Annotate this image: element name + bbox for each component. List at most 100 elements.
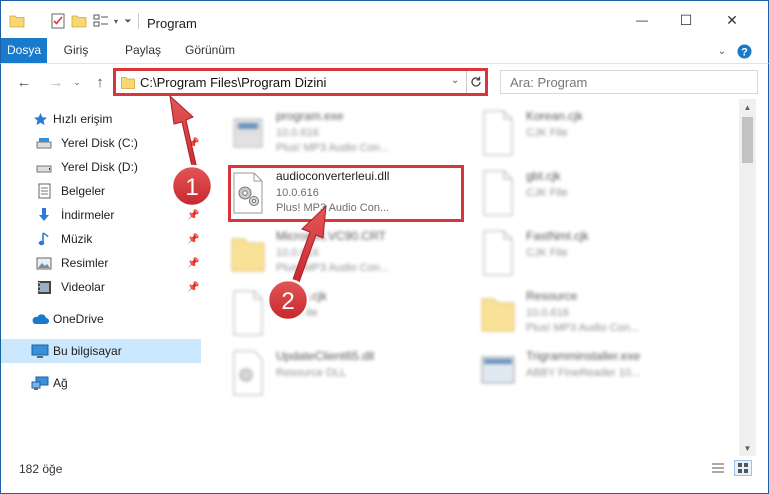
dll-icon (233, 350, 263, 396)
ribbon: Dosya Giriş Paylaş Görünüm ⌄ ? (0, 38, 769, 64)
file-name: UpdateClient65.dll (276, 349, 375, 363)
nav-label: Müzik (61, 232, 93, 246)
nav-label: Belgeler (61, 184, 106, 198)
search-box[interactable] (500, 70, 758, 94)
back-button[interactable]: ← (15, 73, 33, 91)
file-version: 10.0.616 (276, 187, 319, 199)
status-bar: 182 öğe (0, 456, 769, 494)
title-bar: ▾ ⏷ Program — ☐ ✕ (0, 0, 769, 38)
file-name: Trigramminstaller.exe (526, 349, 641, 363)
nav-this-pc[interactable]: Bu bilgisayar (1, 339, 201, 363)
nav-label: Yerel Disk (D:) (61, 160, 138, 174)
file-version: 10.0.616 (276, 127, 319, 139)
pin-icon: 📌 (187, 257, 200, 269)
pin-icon: 📌 (187, 185, 200, 197)
file-name: audioconverterleui.dll (276, 169, 390, 183)
properties-icon[interactable] (49, 13, 67, 29)
tab-file[interactable]: Dosya (1, 38, 47, 63)
file-name: FastNml.cjk (526, 229, 589, 243)
window-title: Program (147, 16, 197, 31)
maximize-button[interactable]: ☐ (671, 9, 701, 31)
file-icon (483, 170, 513, 216)
item-count: 182 öğe (19, 462, 63, 476)
documents-icon (35, 182, 53, 200)
file-type: CJK File (526, 127, 568, 139)
file-version: 10.0.616 (526, 307, 569, 319)
file-name: gbt.cjk (526, 169, 561, 183)
list-item[interactable]: Japan.cjk CJK File (204, 283, 444, 345)
customize-toolbar-icon[interactable]: ⏷ (123, 13, 133, 29)
file-name: Resource (526, 289, 578, 303)
list-item[interactable]: program.exe 10.0.616 Plus! MP3 Audio Con… (204, 103, 444, 165)
file-name: program.exe (276, 109, 344, 123)
file-description: Plus! MP3 Audio Con... (276, 262, 390, 274)
sidebar-item-disk-c[interactable]: Yerel Disk (C:) 📌 (1, 131, 201, 155)
folder-icon (481, 298, 515, 332)
list-item[interactable]: FastNml.cjk CJK File (454, 223, 694, 285)
sidebar-item-documents[interactable]: Belgeler 📌 (1, 179, 201, 203)
file-name: Japan.cjk (276, 289, 327, 303)
nav-label: Resimler (61, 256, 109, 270)
address-history-chevron-icon[interactable]: ⌄ (451, 75, 459, 86)
view-options-icon[interactable] (92, 13, 110, 29)
list-item[interactable]: UpdateClient65.dll Resource DLL (204, 343, 444, 405)
tab-home[interactable]: Giriş (57, 38, 95, 63)
address-row: ← → ⌄ ↑ C:\Program Files\Program Dizini … (0, 64, 769, 99)
sidebar-item-pictures[interactable]: Resimler 📌 (1, 251, 201, 275)
sidebar-item-music[interactable]: Müzik 📌 (1, 227, 201, 251)
nav-label: Hızlı erişim (53, 112, 113, 126)
recent-locations-icon[interactable]: ⌄ (68, 73, 86, 91)
scroll-thumb[interactable] (742, 117, 753, 163)
forward-button[interactable]: → (47, 73, 65, 91)
drive-icon (35, 134, 53, 152)
computer-icon (31, 342, 49, 360)
refresh-icon[interactable] (466, 71, 485, 93)
large-icons-view-icon[interactable] (734, 460, 752, 476)
file-name: Microsoft.VC90.CRT (276, 229, 386, 243)
nav-label: Bu bilgisayar (53, 344, 122, 358)
title-separator (138, 13, 139, 29)
pin-icon: 📌 (187, 209, 200, 221)
list-item[interactable]: Microsoft.VC90.CRT 10.0.616 Plus! MP3 Au… (204, 223, 444, 285)
up-button[interactable]: ↑ (91, 73, 109, 91)
file-type: CJK File (526, 187, 568, 199)
list-item[interactable]: Korean.cjk CJK File (454, 103, 694, 165)
list-item[interactable]: gbt.cjk CJK File (454, 163, 694, 225)
sidebar-item-downloads[interactable]: İndirmeler 📌 (1, 203, 201, 227)
pin-icon: 📌 (187, 281, 200, 293)
tab-view[interactable]: Görünüm (182, 38, 238, 63)
scroll-up-icon[interactable]: ▲ (739, 99, 756, 115)
downloads-icon (35, 206, 53, 224)
exe-icon (233, 118, 263, 148)
help-icon[interactable]: ? (736, 43, 752, 59)
list-item[interactable]: Trigramminstaller.exe ABBY FineReader 10… (454, 343, 694, 405)
nav-label: Videolar (61, 280, 105, 294)
svg-text:?: ? (741, 46, 748, 58)
pin-icon: 📌 (187, 233, 200, 245)
vertical-scrollbar[interactable]: ▲ ▼ (739, 99, 756, 456)
tab-share[interactable]: Paylaş (120, 38, 166, 63)
music-icon (35, 230, 53, 248)
details-view-icon[interactable] (709, 460, 727, 476)
nav-quick-access[interactable]: Hızlı erişim (1, 107, 201, 131)
nav-network[interactable]: Ağ (1, 371, 201, 395)
file-description: Plus! MP3 Audio Con... (526, 322, 640, 334)
new-folder-icon[interactable] (71, 13, 87, 29)
scroll-down-icon[interactable]: ▼ (739, 440, 756, 456)
file-name: Korean.cjk (526, 109, 583, 123)
chevron-down-icon[interactable]: ▾ (112, 13, 120, 29)
sidebar-item-disk-d[interactable]: Yerel Disk (D:) (1, 155, 201, 179)
drive-icon (35, 158, 53, 176)
close-button[interactable]: ✕ (717, 9, 747, 31)
address-path[interactable]: C:\Program Files\Program Dizini (140, 75, 326, 90)
search-input[interactable] (501, 71, 757, 93)
minimize-button[interactable]: — (627, 9, 657, 31)
expand-ribbon-icon[interactable]: ⌄ (714, 43, 730, 59)
star-icon (31, 110, 49, 128)
list-item[interactable]: Resource 10.0.616 Plus! MP3 Audio Con... (454, 283, 694, 345)
sidebar-item-videos[interactable]: Videolar 📌 (1, 275, 201, 299)
highlighted-list-item[interactable]: audioconverterleui.dll 10.0.616 Plus! MP… (204, 163, 444, 225)
address-bar[interactable]: C:\Program Files\Program Dizini ⌄ (113, 68, 488, 96)
nav-onedrive[interactable]: OneDrive (1, 307, 201, 331)
file-type: Resource DLL (276, 367, 347, 379)
